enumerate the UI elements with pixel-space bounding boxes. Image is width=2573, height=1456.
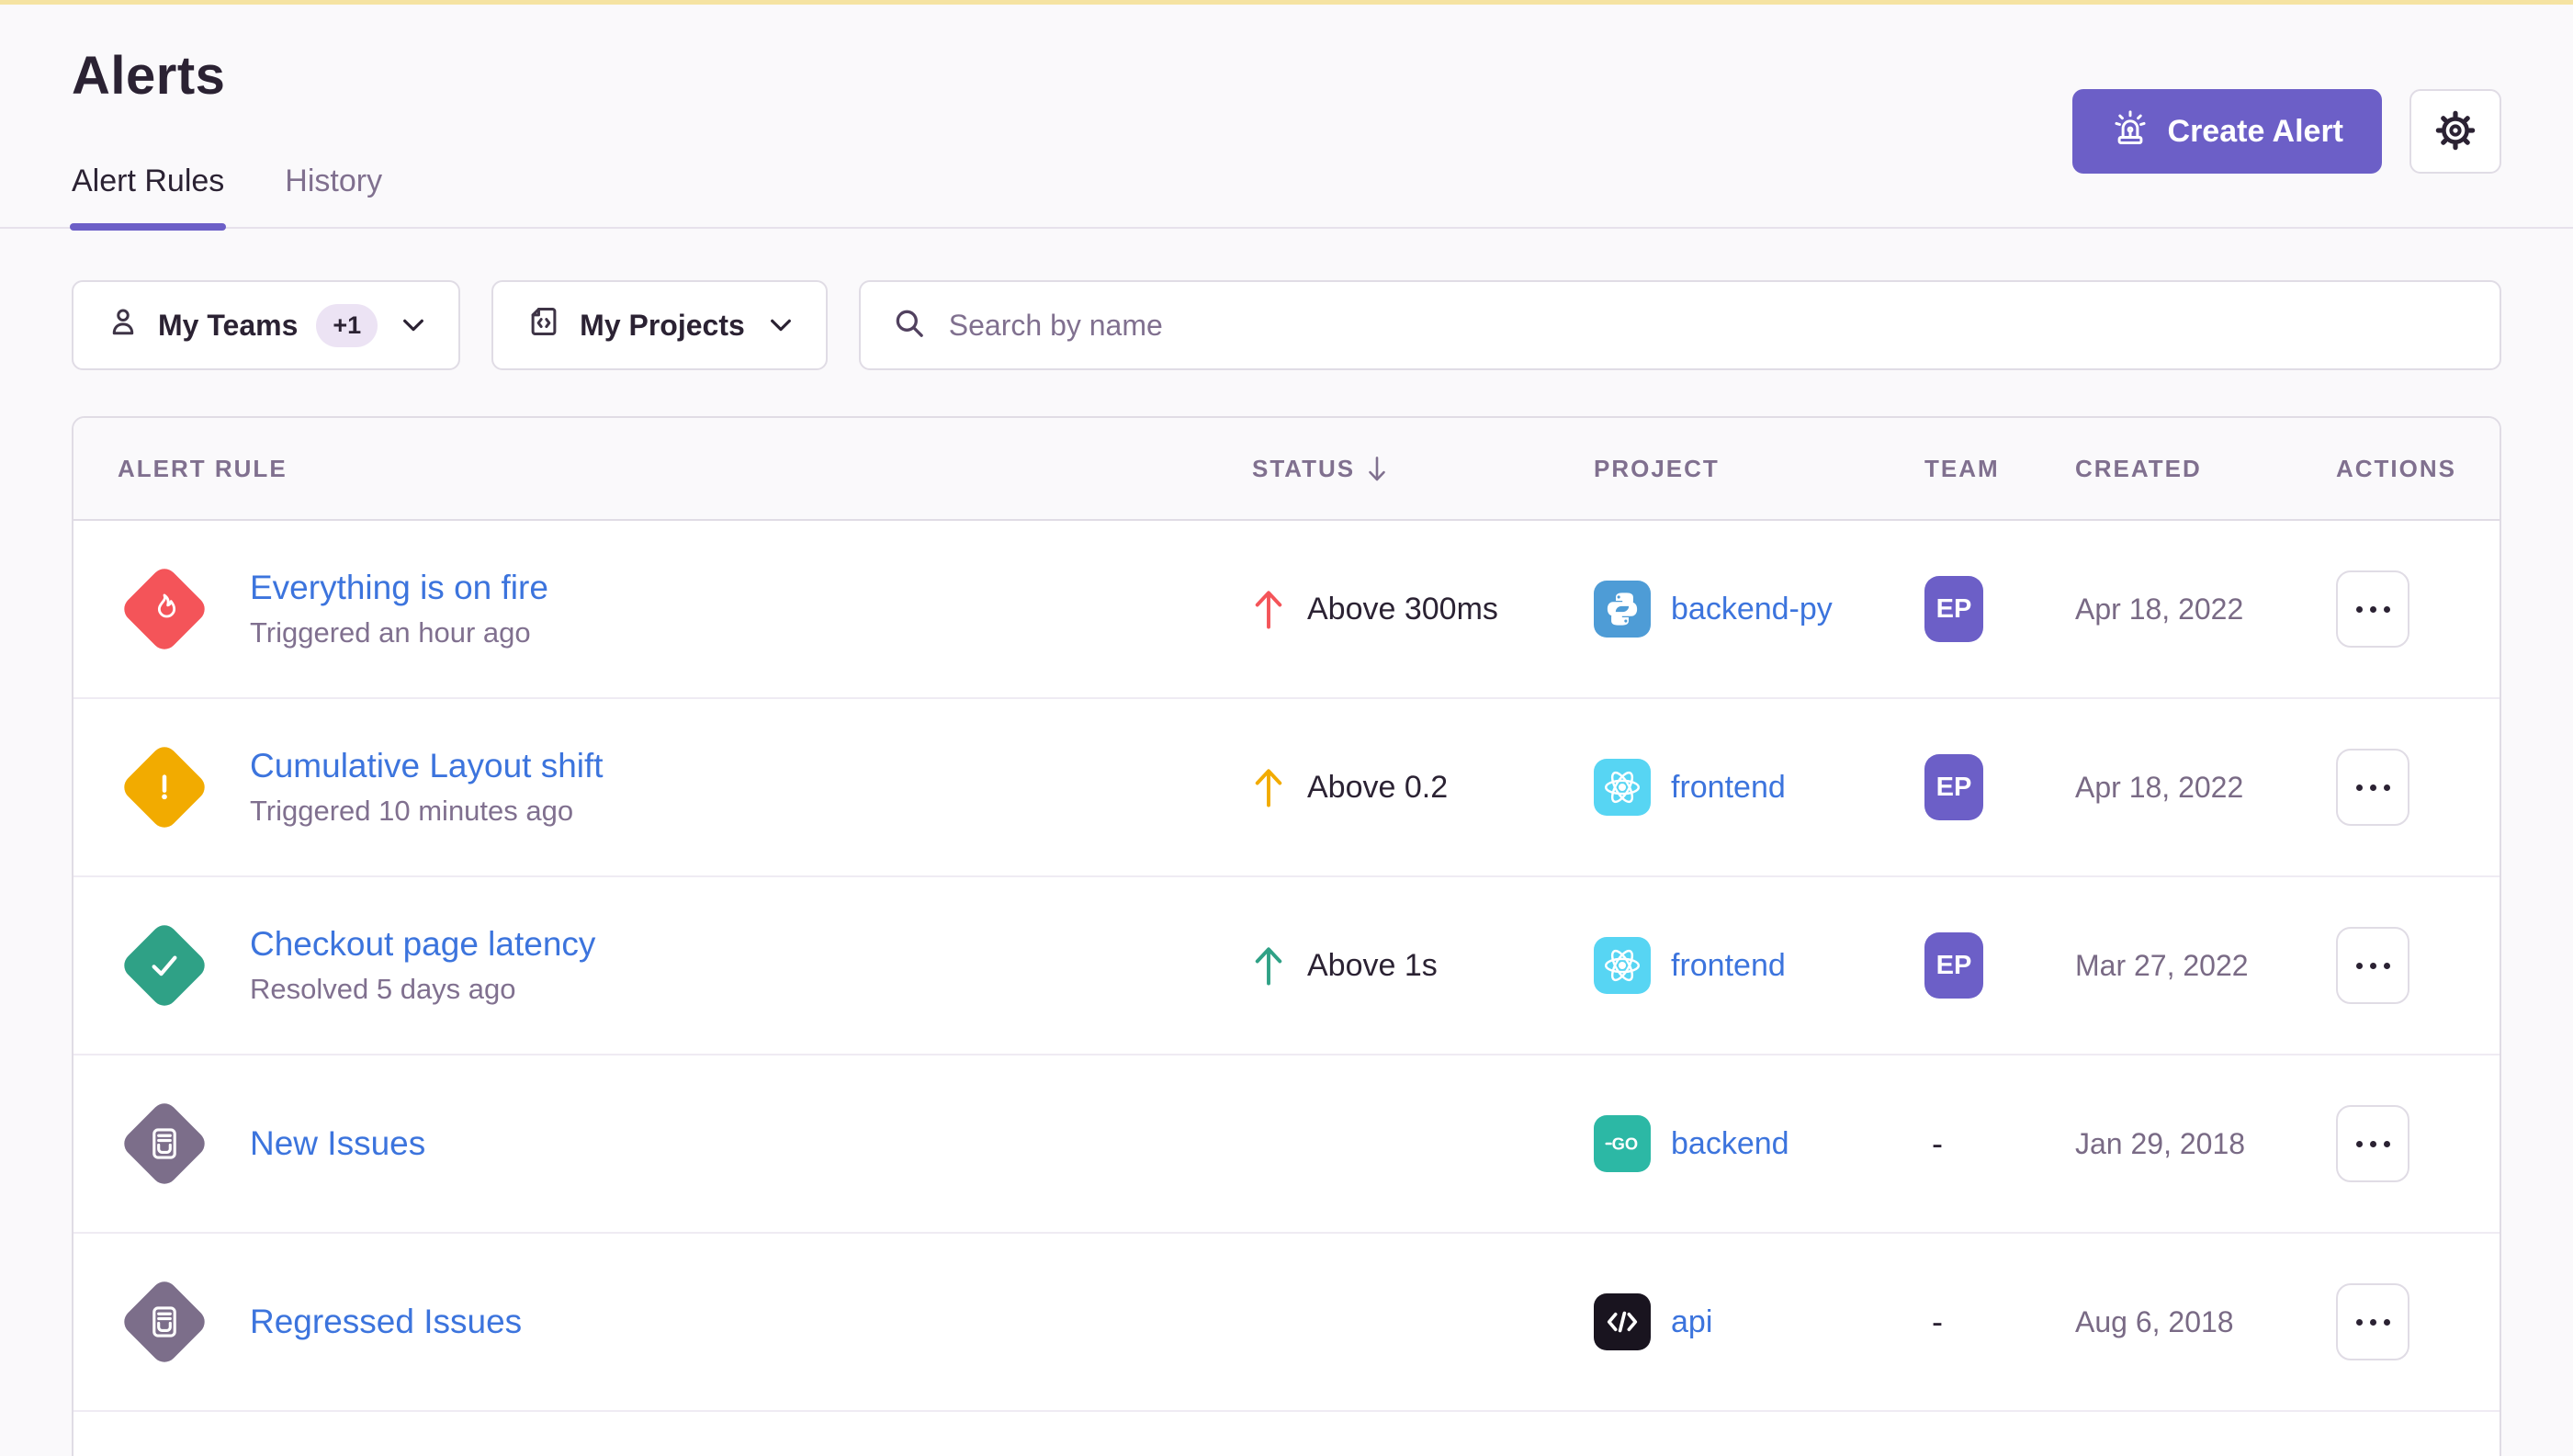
filter-bar: My Teams +1 My Projects	[72, 280, 2501, 370]
alert-rule-link[interactable]: Checkout page latency	[250, 925, 595, 964]
teams-filter-label: My Teams	[158, 309, 298, 343]
alert-rule-link[interactable]: Regressed Issues	[250, 1303, 522, 1341]
alert-rule-status-text: Triggered 10 minutes ago	[250, 795, 604, 828]
created-date: Apr 18, 2022	[2075, 593, 2243, 626]
search-icon	[892, 306, 927, 345]
row-actions-button[interactable]	[2336, 1283, 2409, 1360]
team-avatar-badge: EP	[1924, 576, 1983, 642]
threshold-up-arrow-icon	[1252, 943, 1285, 988]
tab-alert-rules[interactable]: Alert Rules	[72, 164, 224, 227]
created-date: Mar 27, 2022	[2075, 949, 2249, 983]
status-threshold-label: Above 300ms	[1307, 592, 1498, 627]
ellipsis-icon	[2356, 784, 2390, 791]
top-accent-strip	[0, 0, 2573, 5]
tab-history[interactable]: History	[285, 164, 382, 227]
team-empty-dash: -	[1924, 1303, 1943, 1341]
projects-filter-dropdown[interactable]: My Projects	[491, 280, 828, 370]
python-icon	[1594, 581, 1651, 638]
siren-icon	[2111, 108, 2150, 155]
react-icon	[1594, 759, 1651, 816]
project-link[interactable]: backend	[1671, 1126, 1789, 1162]
row-actions-button[interactable]	[2336, 570, 2409, 648]
column-header-created: Created	[2075, 455, 2336, 483]
alert-type-icon	[119, 742, 210, 833]
projects-filter-label: My Projects	[580, 309, 745, 343]
row-actions-button[interactable]	[2336, 927, 2409, 1004]
alert-rule-link[interactable]: New Issues	[250, 1124, 425, 1163]
sort-arrow-down-icon	[1366, 455, 1388, 482]
settings-button[interactable]	[2409, 89, 2501, 174]
header-actions: Create Alert	[2072, 89, 2501, 174]
alert-rule-status-text: Triggered an hour ago	[250, 616, 548, 649]
teams-extra-count-badge: +1	[316, 304, 378, 347]
table-row: Checkout page latency Resolved 5 days ag…	[73, 877, 2500, 1055]
column-header-status[interactable]: Status	[1252, 455, 1594, 483]
table-header-row: Alert Rule Status Project Team Created A…	[73, 418, 2500, 521]
alert-rule-link[interactable]: Cumulative Layout shift	[250, 747, 604, 785]
code-icon	[1594, 1293, 1651, 1350]
project-link[interactable]: api	[1671, 1304, 1712, 1340]
column-header-alert-rule: Alert Rule	[73, 455, 1252, 483]
person-icon	[107, 305, 140, 345]
search-input[interactable]	[949, 309, 2468, 343]
threshold-up-arrow-icon	[1252, 765, 1285, 809]
column-header-actions: Actions	[2336, 455, 2500, 483]
alerts-page: Alerts Create Alert	[0, 45, 2573, 1456]
alert-type-icon	[119, 564, 210, 655]
alert-type-icon	[119, 920, 210, 1011]
chevron-down-icon	[769, 318, 793, 333]
team-avatar-badge: EP	[1924, 754, 1983, 820]
column-header-team: Team	[1924, 455, 2075, 483]
created-date: Jan 29, 2018	[2075, 1127, 2245, 1161]
alert-rules-table: Alert Rule Status Project Team Created A…	[72, 416, 2501, 1456]
column-header-project: Project	[1594, 455, 1924, 483]
project-link[interactable]: frontend	[1671, 948, 1786, 984]
alert-type-icon	[119, 1277, 210, 1368]
alert-rule-status-text: Resolved 5 days ago	[250, 973, 595, 1006]
table-row: Cumulative Layout shift Triggered 10 min…	[73, 699, 2500, 877]
row-actions-button[interactable]	[2336, 1105, 2409, 1182]
threshold-up-arrow-icon	[1252, 587, 1285, 631]
chevron-down-icon	[401, 318, 425, 333]
react-icon	[1594, 937, 1651, 994]
project-link[interactable]: frontend	[1671, 770, 1786, 806]
project-window-icon	[526, 304, 561, 346]
table-row: Everything is on fire Triggered an hour …	[73, 521, 2500, 699]
table-row: New Issues GO backend - Jan 29, 2018	[73, 1055, 2500, 1234]
table-row: Regressed Issues api - Aug 6, 2018	[73, 1234, 2500, 1412]
row-actions-button[interactable]	[2336, 749, 2409, 826]
create-alert-label: Create Alert	[2168, 114, 2343, 150]
team-avatar-badge: EP	[1924, 932, 1983, 999]
ellipsis-icon	[2356, 1319, 2390, 1326]
project-link[interactable]: backend-py	[1671, 592, 1833, 627]
ellipsis-icon	[2356, 963, 2390, 969]
teams-filter-dropdown[interactable]: My Teams +1	[72, 280, 460, 370]
table-body: Everything is on fire Triggered an hour …	[73, 521, 2500, 1412]
status-threshold-label: Above 0.2	[1307, 770, 1448, 806]
go-icon: GO	[1594, 1115, 1651, 1172]
gear-icon	[2433, 108, 2477, 155]
create-alert-button[interactable]: Create Alert	[2072, 89, 2382, 174]
status-threshold-label: Above 1s	[1307, 948, 1438, 984]
svg-text:GO: GO	[1612, 1134, 1639, 1154]
team-empty-dash: -	[1924, 1124, 1943, 1163]
created-date: Aug 6, 2018	[2075, 1305, 2234, 1339]
alert-rule-link[interactable]: Everything is on fire	[250, 569, 548, 607]
ellipsis-icon	[2356, 1141, 2390, 1147]
ellipsis-icon	[2356, 606, 2390, 613]
search-container	[859, 280, 2501, 370]
created-date: Apr 18, 2022	[2075, 771, 2243, 805]
alert-type-icon	[119, 1099, 210, 1190]
